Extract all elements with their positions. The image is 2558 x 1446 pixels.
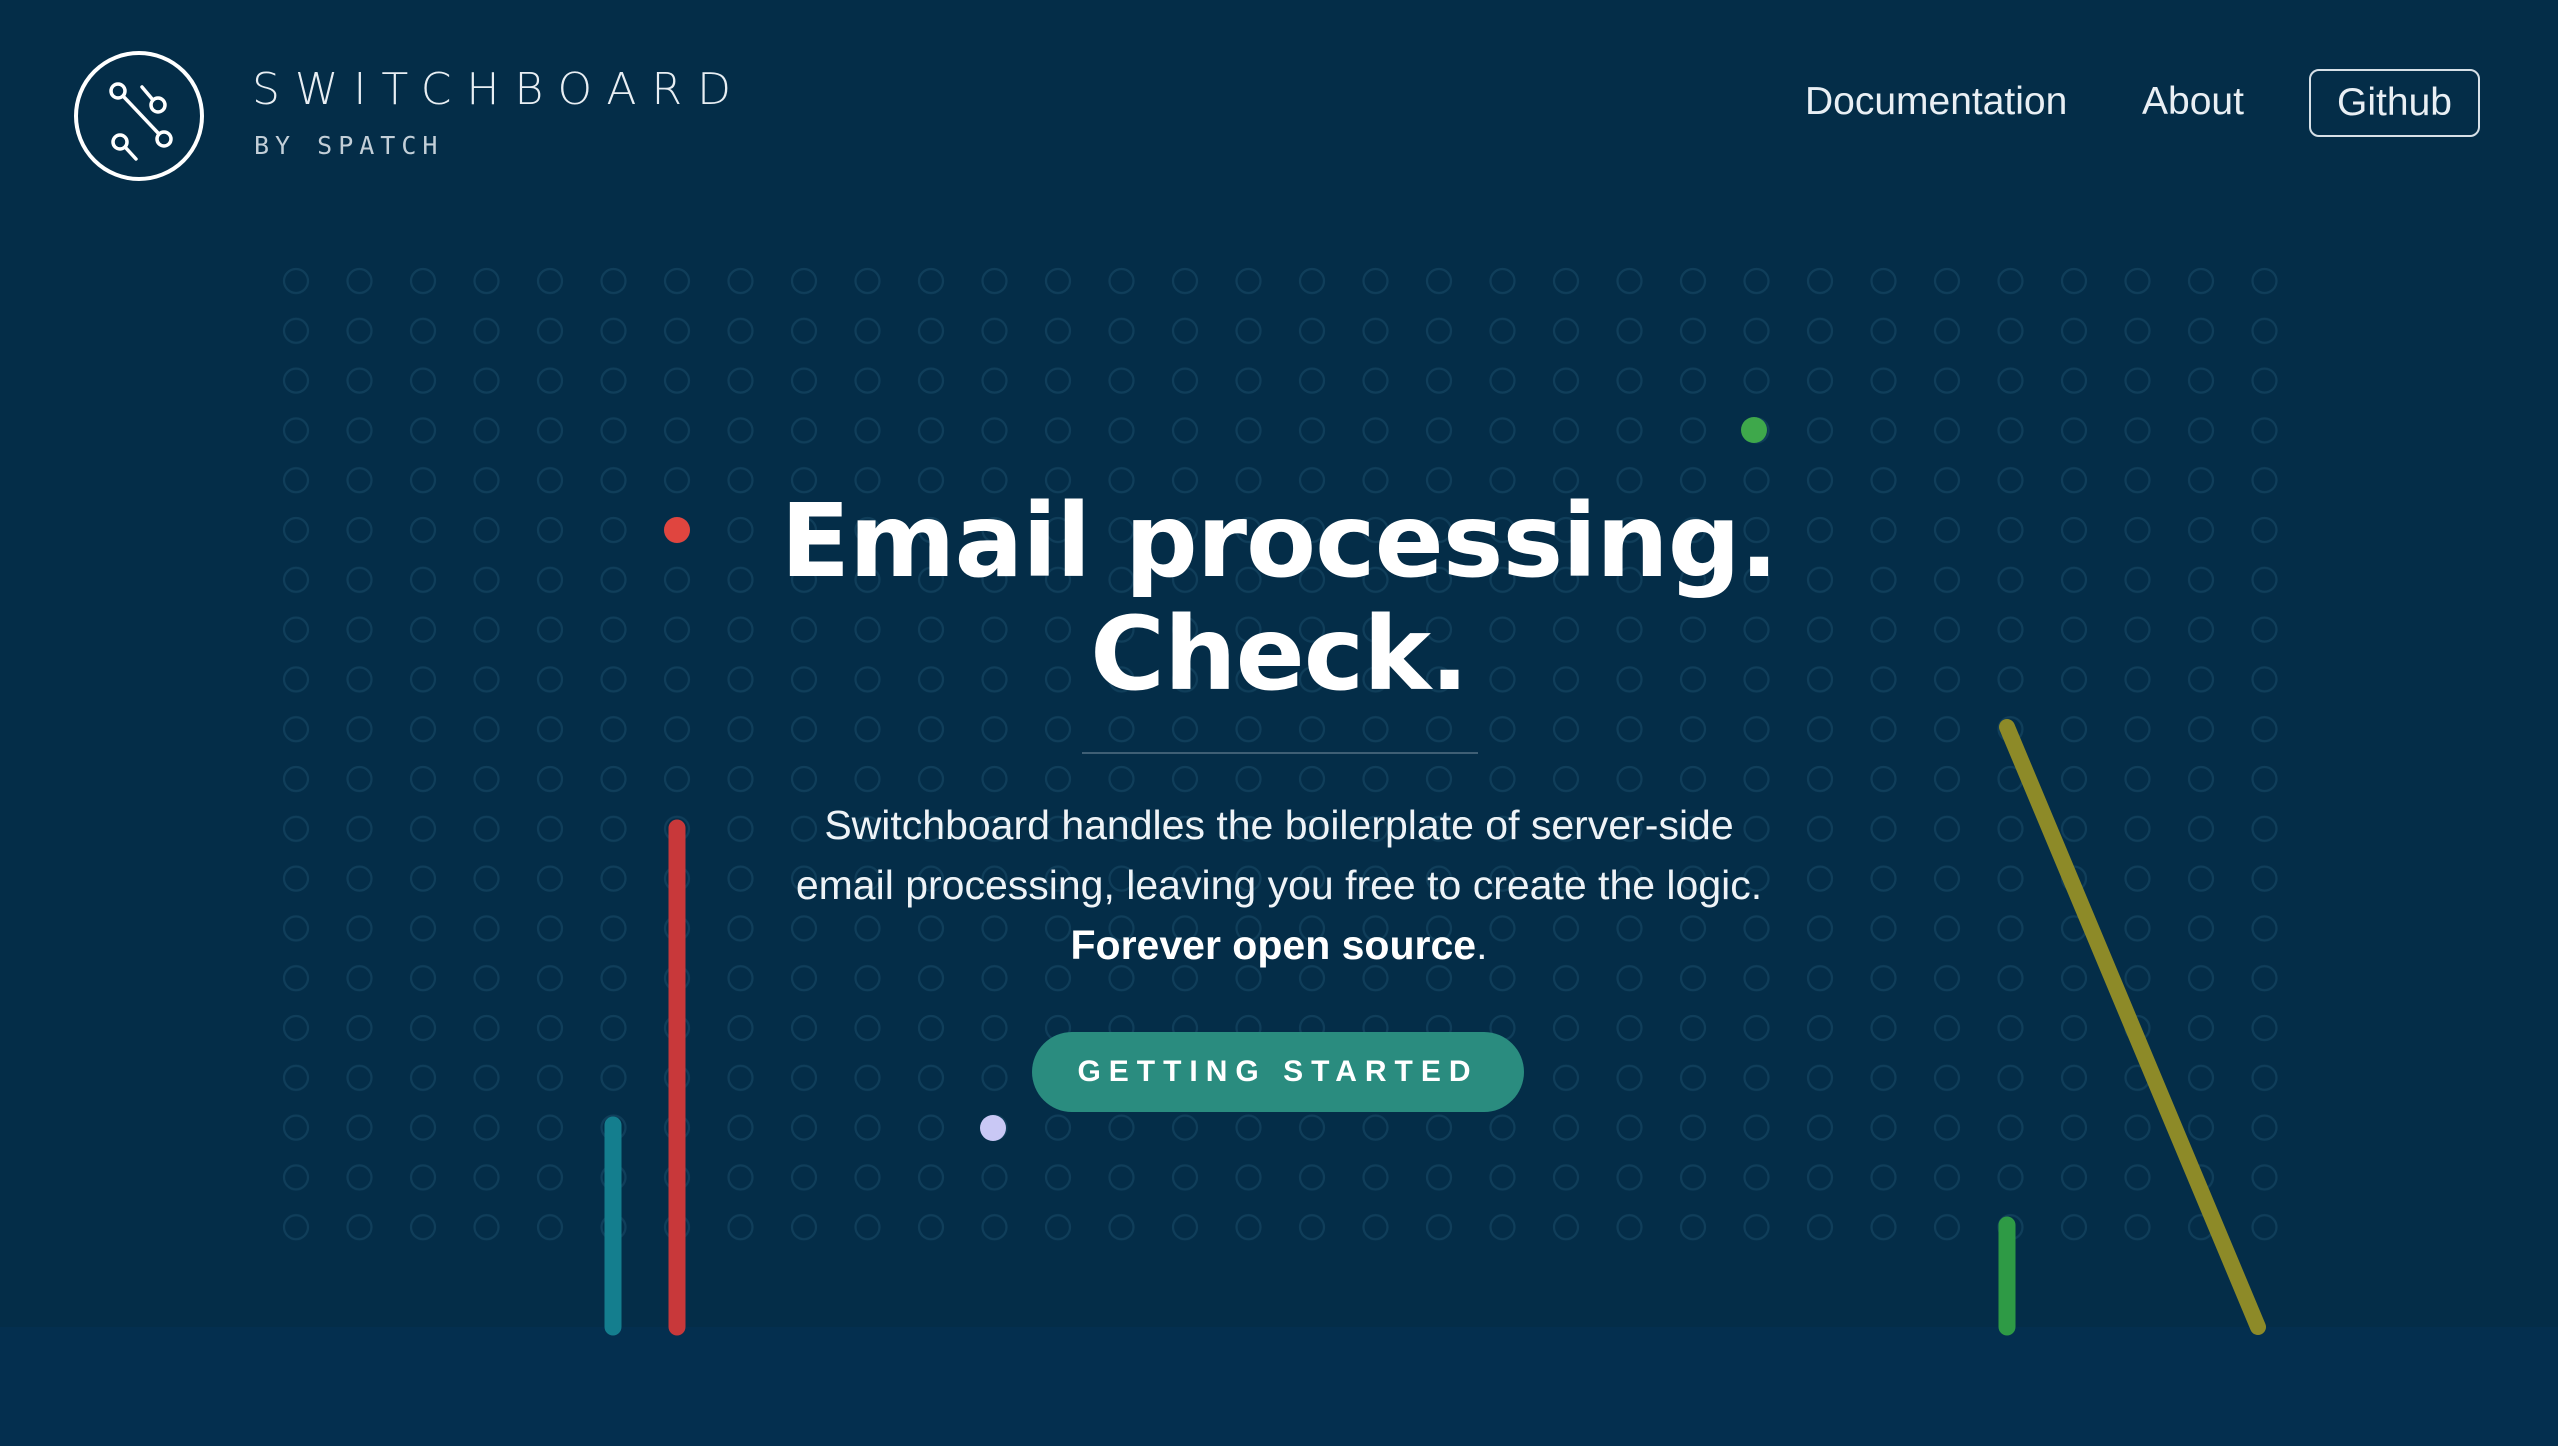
open-source-emphasis: Forever open source [1070,922,1477,968]
hero-title-line-2: Check. [1090,595,1469,714]
nav-about-link[interactable]: About [2142,80,2244,124]
hero-description-period: . [1476,922,1488,968]
lavender-dot [980,1115,1006,1141]
switchboard-circuit-logo-icon[interactable] [72,49,206,183]
brand-name[interactable]: SWITCHBOARD [252,64,746,115]
getting-started-button[interactable]: GETTING STARTED [1032,1032,1524,1112]
hero-description-line-3: Forever open source. [0,915,2558,975]
background-art [270,255,2288,1336]
nav-github-button[interactable]: Github [2309,69,2480,137]
hero-description: Switchboard handles the boilerplate of s… [0,795,2558,975]
hero-description-line-1: Switchboard handles the boilerplate of s… [824,802,1734,848]
nav-documentation-link[interactable]: Documentation [1805,80,2067,124]
hero-divider [1082,752,1478,754]
brand-subtitle: BY SPATCH [254,131,444,160]
hero-title: Email processing. Check. [0,485,2558,711]
hero-title-line-1: Email processing. [780,482,1778,601]
green-dot [1741,417,1767,443]
hero-description-line-2: email processing, leaving you free to cr… [795,862,1763,908]
landing-page: SWITCHBOARD BY SPATCH Documentation Abou… [0,0,2558,1446]
